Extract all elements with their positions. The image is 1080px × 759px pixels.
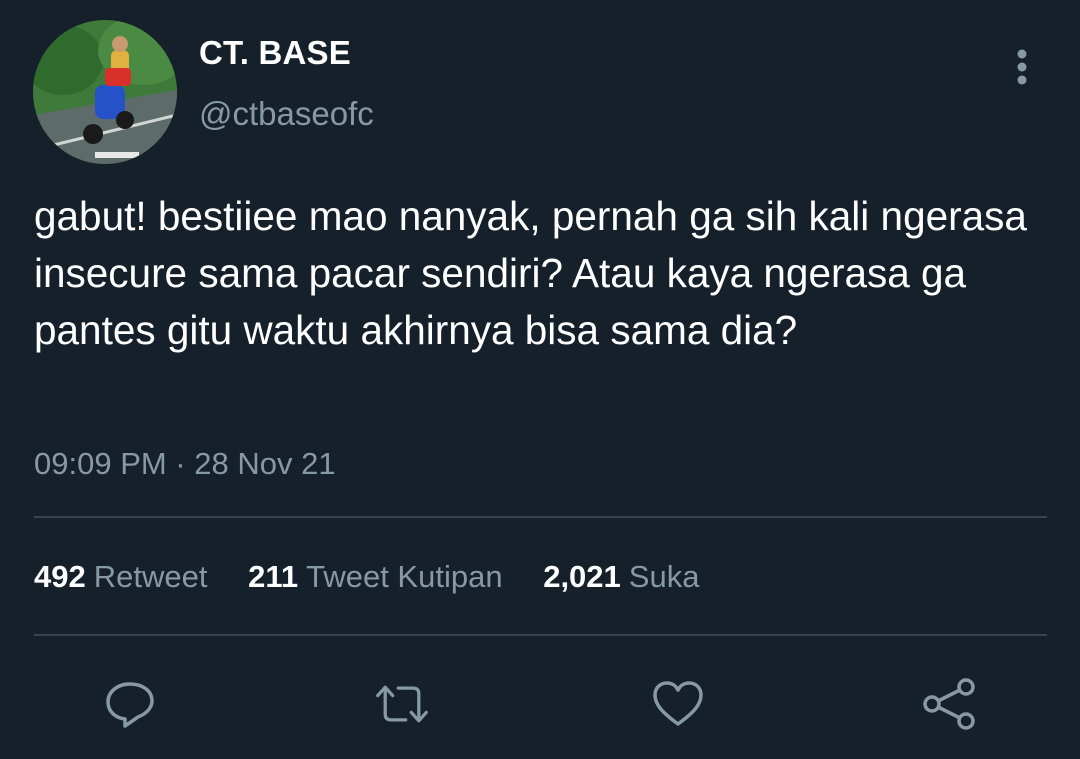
quote-count: 211 [248,559,299,594]
like-count: 2,021 [543,559,621,594]
retweet-icon [376,685,428,723]
engagement-stats: 492 Retweet 211 Tweet Kutipan 2,021 Suka [34,559,731,595]
reply-icon [106,682,154,728]
share-icon [923,678,975,730]
retweet-button[interactable] [374,676,430,732]
share-button[interactable] [922,676,978,732]
reply-button[interactable] [102,676,158,732]
tweet-text: gabut! bestiiee mao nanyak, pernah ga si… [34,193,1027,353]
more-options-button[interactable] [1008,48,1036,86]
action-bar [0,676,1080,732]
retweets-stat[interactable]: 492 Retweet [34,559,207,595]
retweet-label: Retweet [93,559,208,594]
like-label: Suka [628,559,700,594]
like-button[interactable] [650,676,706,732]
quote-label: Tweet Kutipan [306,559,503,594]
display-name[interactable]: CT. BASE [199,34,351,72]
user-handle[interactable]: @ctbaseofc [199,95,374,133]
tweet-detail: CT. BASE @ctbaseofc gabut! bestiiee mao … [0,0,1080,759]
likes-stat[interactable]: 2,021 Suka [543,559,699,595]
like-icon [653,681,703,726]
avatar[interactable] [33,20,177,164]
divider [34,516,1047,518]
quote-tweets-stat[interactable]: 211 Tweet Kutipan [248,559,502,595]
more-vertical-icon [1017,49,1027,85]
retweet-count: 492 [34,559,86,594]
profile-photo-icon [33,20,177,164]
tweet-timestamp[interactable]: 09:09 PM · 28 Nov 21 [34,446,336,482]
divider [34,634,1047,636]
